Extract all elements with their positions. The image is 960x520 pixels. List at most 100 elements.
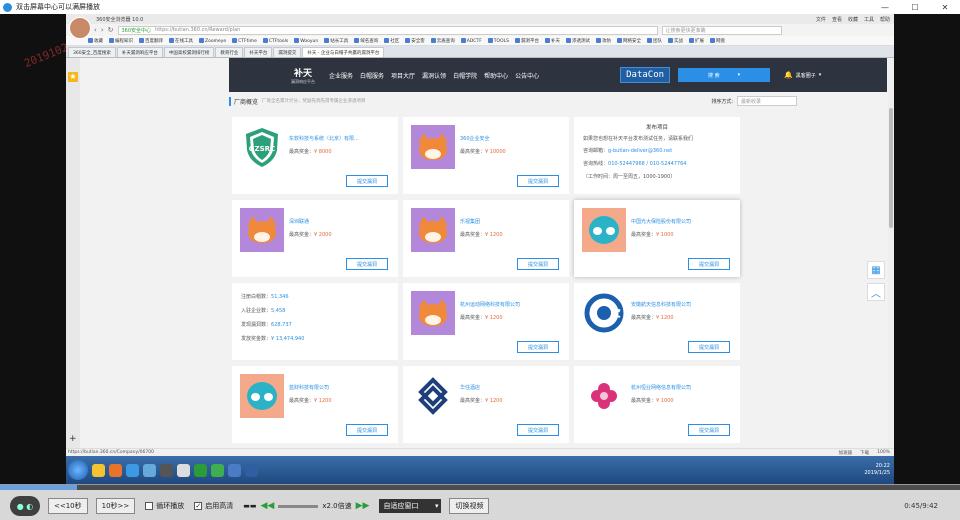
- browser-tab[interactable]: 教育行业: [215, 47, 244, 57]
- firefox-icon[interactable]: [109, 463, 122, 477]
- status-zoom[interactable]: 100%: [877, 450, 890, 456]
- bookmark-item[interactable]: 实战: [668, 38, 683, 44]
- vendor-card[interactable]: 杭州运动网络科技有限公司 最高奖金：¥ 1200 提交漏洞: [403, 283, 569, 360]
- maximize-icon[interactable]: ☐: [900, 3, 930, 12]
- bookmark-item[interactable]: TOOLS: [488, 38, 509, 44]
- browser-tab[interactable]: 补天平台: [244, 47, 273, 57]
- volume-slider-icon[interactable]: ▬▬: [243, 502, 256, 510]
- page-scrollbar[interactable]: [888, 58, 894, 448]
- vendor-name[interactable]: 乐视集团: [460, 218, 480, 225]
- browser-tab[interactable]: 中国高校漏洞排行榜: [163, 47, 215, 57]
- bookmark-item[interactable]: 百度翻译: [139, 38, 163, 44]
- browser-icon[interactable]: [126, 463, 139, 477]
- vendor-name[interactable]: 杭州运动网络科技有限公司: [460, 301, 520, 308]
- status-accelerator[interactable]: 加速器: [839, 450, 853, 456]
- bookmark-item[interactable]: 网盘: [710, 38, 725, 44]
- menu-view[interactable]: 查看: [832, 16, 842, 23]
- submit-bug-button[interactable]: 提交漏洞: [517, 424, 559, 436]
- phone-link[interactable]: 010-52447968 / 010-52447764: [608, 161, 686, 167]
- add-icon[interactable]: +: [69, 434, 77, 444]
- bookmark-item[interactable]: 网络安全: [617, 38, 641, 44]
- back-icon[interactable]: ‹: [94, 26, 97, 34]
- bookmark-item[interactable]: 扩展: [689, 38, 704, 44]
- browser-tab[interactable]: 补天 - 企业与白帽子共赢的漏洞平台: [302, 47, 385, 57]
- nav-help[interactable]: 帮助中心: [484, 71, 508, 80]
- bookmark-item[interactable]: ADCTF: [461, 38, 482, 44]
- submit-bug-button[interactable]: 提交漏洞: [517, 258, 559, 270]
- play-pause-button[interactable]: ● ◐: [10, 496, 40, 516]
- status-download[interactable]: 下载: [860, 450, 869, 456]
- bookmark-item[interactable]: 域名查询: [354, 38, 378, 44]
- vendor-card[interactable]: GZSRC 东软科技与系统（北京）有限... 最高奖金：¥ 8000 提交漏洞: [232, 117, 398, 194]
- browser-tab[interactable]: 360安全_百度搜索: [68, 47, 116, 57]
- scrollbar-thumb[interactable]: [889, 108, 893, 228]
- vendor-name[interactable]: 东软科技与系统（北京）有限...: [289, 135, 359, 142]
- folder-icon[interactable]: [92, 463, 105, 477]
- back-to-top-icon[interactable]: ︿: [867, 283, 885, 301]
- search-input[interactable]: 让搜索更快更准确: [661, 25, 782, 35]
- avatar[interactable]: [69, 17, 91, 39]
- vendor-card[interactable]: 深圳联通 最高奖金：¥ 2000 提交漏洞: [232, 200, 398, 277]
- address-bar[interactable]: 360安全中心 https://butian.360.cn/Reward/pla…: [117, 25, 658, 35]
- vendor-name[interactable]: 360企业安全: [460, 135, 490, 142]
- submit-bug-button[interactable]: 提交漏洞: [688, 258, 730, 270]
- bookmark-item[interactable]: 补天: [545, 38, 560, 44]
- vendor-name[interactable]: 杭州恒业网络信息有限公司: [631, 384, 691, 391]
- submit-bug-button[interactable]: 提交漏洞: [346, 258, 388, 270]
- vendor-card[interactable]: 华住酒店 最高奖金：¥ 1200 提交漏洞: [403, 366, 569, 443]
- vendor-name[interactable]: 华住酒店: [460, 384, 480, 391]
- vendor-card[interactable]: 中国光大保险股份有限公司 最高奖金：¥ 1000 提交漏洞: [574, 200, 740, 277]
- window-mode-select[interactable]: 自适应窗口 ▾: [379, 499, 442, 513]
- vendor-card[interactable]: 杭州恒业网络信息有限公司 最高奖金：¥ 1000 提交漏洞: [574, 366, 740, 443]
- app-icon[interactable]: [228, 463, 241, 477]
- nav-claim[interactable]: 漏洞认领: [422, 71, 446, 80]
- menu-favorites[interactable]: 收藏: [848, 16, 858, 23]
- submit-bug-button[interactable]: 提交漏洞: [346, 175, 388, 187]
- email-link[interactable]: g-butian-deliver@360.net: [608, 148, 672, 154]
- volume-control[interactable]: ▬▬ ◀◀ x2.0倍速 ▶▶: [243, 501, 369, 511]
- bookmark-item[interactable]: Wooyun: [294, 38, 318, 44]
- progress-bar[interactable]: [0, 485, 960, 490]
- vendor-name[interactable]: 深圳联通: [289, 218, 309, 225]
- bookmark-item[interactable]: 云盾查询: [431, 38, 455, 44]
- vendor-card[interactable]: 乐视集团 最高奖金：¥ 1200 提交漏洞: [403, 200, 569, 277]
- submit-bug-button[interactable]: 提交漏洞: [517, 175, 559, 187]
- forward-button[interactable]: 10秒>>: [95, 498, 136, 514]
- speed-slider[interactable]: [278, 504, 319, 508]
- refresh-icon[interactable]: ↻: [108, 26, 114, 34]
- submit-bug-button[interactable]: 提交漏洞: [517, 341, 559, 353]
- vendor-name[interactable]: 蓝财科技有限公司: [289, 384, 329, 391]
- vendor-card[interactable]: 蓝财科技有限公司 最高奖金：¥ 1200 提交漏洞: [232, 366, 398, 443]
- star-icon[interactable]: ★: [68, 72, 78, 82]
- user-menu[interactable]: 🔔 黑客圈子 ▾: [784, 71, 821, 79]
- site-search-button[interactable]: 搜 索 ▾: [678, 68, 771, 82]
- bell-icon[interactable]: 🔔: [784, 71, 793, 79]
- menu-tools[interactable]: 工具: [864, 16, 874, 23]
- start-button-icon[interactable]: [68, 460, 88, 480]
- submit-bug-button[interactable]: 提交漏洞: [346, 424, 388, 436]
- bookmark-item[interactable]: 在线工具: [169, 38, 193, 44]
- close-icon[interactable]: ✕: [930, 3, 960, 12]
- nav-announce[interactable]: 公告中心: [515, 71, 539, 80]
- eye-icon[interactable]: [143, 463, 156, 477]
- nav-projects[interactable]: 项目大厅: [391, 71, 415, 80]
- vendor-card[interactable]: 360企业安全 最高奖金：¥ 10000 提交漏洞: [403, 117, 569, 194]
- browser-tab[interactable]: 补天漏洞响应平台: [116, 47, 163, 57]
- menu-help[interactable]: 帮助: [880, 16, 890, 23]
- 360-browser-icon[interactable]: [211, 463, 224, 477]
- checkbox-box-checked[interactable]: ✓: [194, 502, 203, 510]
- submit-bug-button[interactable]: 提交漏洞: [688, 424, 730, 436]
- nav-whitehat[interactable]: 白帽服务: [360, 71, 384, 80]
- nav-academy[interactable]: 白帽学院: [453, 71, 477, 80]
- bookmark-item[interactable]: 安全客: [405, 38, 425, 44]
- video-icon[interactable]: [160, 463, 173, 477]
- bookmark-item[interactable]: 社区: [384, 38, 399, 44]
- bookmark-item[interactable]: CTFtime: [232, 38, 257, 44]
- bookmark-item[interactable]: 收藏: [88, 38, 103, 44]
- qr-code-icon[interactable]: ▦: [867, 261, 885, 279]
- switch-video-button[interactable]: 切换视频: [449, 498, 490, 514]
- recorded-screen[interactable]: 360安全浏览器 10.0 文件 查看 收藏 工具 帮助 ‹ › ↻ 360安全…: [66, 14, 894, 484]
- loop-checkbox[interactable]: 循环播放: [145, 501, 184, 511]
- rewind-button[interactable]: <<10秒: [48, 498, 88, 514]
- vendor-name[interactable]: 安徽航天信息科技有限公司: [631, 301, 691, 308]
